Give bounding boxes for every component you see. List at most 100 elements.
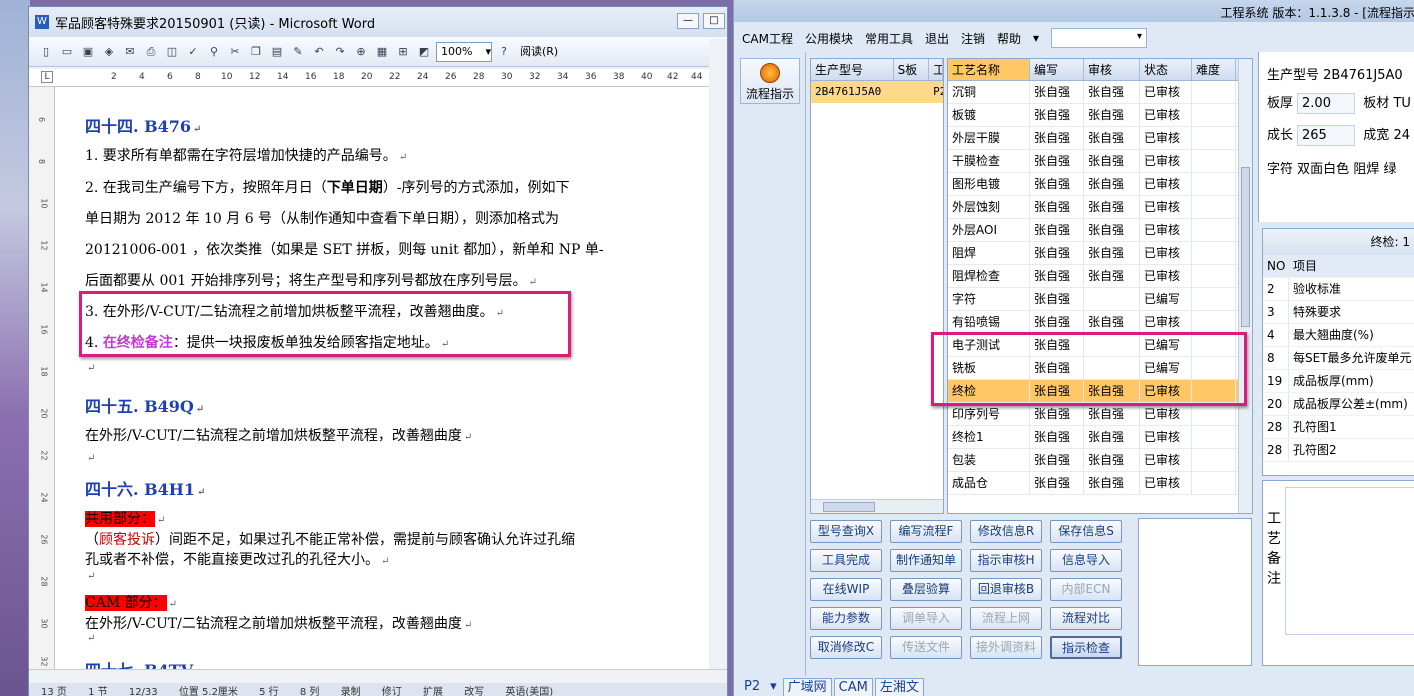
col-header[interactable]: 工艺名称 — [948, 59, 1030, 80]
table-row[interactable]: 沉铜 张自强 张自强 已审核 — [948, 81, 1252, 104]
col-header[interactable]: 项目 — [1289, 255, 1317, 277]
remark-box[interactable] — [1285, 487, 1414, 635]
read-button[interactable]: 阅读(R) — [516, 42, 562, 62]
menu-combo[interactable] — [1051, 28, 1148, 48]
print-icon[interactable]: ⎙ — [142, 43, 160, 61]
hyperlink-icon[interactable]: ⊕ — [352, 43, 370, 61]
model-grid[interactable]: 生产型号 S板 工 2B4761J5A0 P2 — [810, 58, 944, 514]
capability-params-button[interactable]: 能力参数 — [810, 607, 882, 630]
tables-icon[interactable]: ▦ — [373, 43, 391, 61]
scroll-thumb[interactable] — [1241, 167, 1250, 327]
minimize-button[interactable]: — — [677, 13, 699, 29]
horizontal-scrollbar[interactable] — [29, 669, 727, 683]
scroll-thumb[interactable] — [823, 502, 875, 512]
table-row[interactable]: 成品仓 张自强 张自强 已审核 — [948, 472, 1252, 495]
receive-external-button[interactable]: 接外调资料 — [970, 636, 1042, 659]
redo-icon[interactable]: ↷ — [331, 43, 349, 61]
table-row[interactable]: 终检1 张自强 张自强 已审核 — [948, 426, 1252, 449]
table-row[interactable]: 包装 张自强 张自强 已审核 — [948, 449, 1252, 472]
length-field[interactable]: 265 — [1297, 125, 1356, 146]
new-doc-icon[interactable]: ▯ — [37, 43, 55, 61]
table-row[interactable]: 2 验收标准 — [1263, 278, 1414, 301]
rollback-review-button[interactable]: 回退审核B — [970, 578, 1042, 601]
online-wip-button[interactable]: 在线WIP — [810, 578, 882, 601]
make-notice-button[interactable]: 制作通知单 — [890, 549, 962, 572]
open-icon[interactable]: ▭ — [58, 43, 76, 61]
stackup-calc-button[interactable]: 叠层验算 — [890, 578, 962, 601]
vertical-scrollbar[interactable] — [709, 39, 727, 671]
menu-tools[interactable]: 常用工具 — [865, 30, 913, 47]
table-row[interactable]: 3 特殊要求 — [1263, 301, 1414, 324]
vertical-scrollbar[interactable] — [1238, 59, 1252, 513]
table-row[interactable]: 4 最大翘曲度(%) — [1263, 324, 1414, 347]
menu-cam[interactable]: CAM工程 — [742, 30, 793, 47]
flow-indicator-button[interactable]: 流程指示 — [740, 58, 800, 104]
horizontal-scrollbar[interactable] — [811, 499, 943, 513]
edit-flow-button[interactable]: 编写流程F — [890, 520, 962, 543]
table-row[interactable]: 外层干膜 张自强 张自强 已审核 — [948, 127, 1252, 150]
menu-common-module[interactable]: 公用模块 — [805, 30, 853, 47]
tab-selector[interactable]: L — [41, 71, 53, 83]
flow-online-button[interactable]: 流程上网 — [970, 607, 1042, 630]
menu-logout[interactable]: 注销 — [961, 30, 985, 47]
col-header[interactable]: S板 — [894, 59, 930, 80]
status-ovr[interactable]: 改写 — [464, 687, 484, 696]
chevron-down-icon[interactable]: ▾ — [1033, 31, 1039, 45]
col-header[interactable]: 编写 — [1030, 59, 1084, 80]
col-header[interactable]: 审核 — [1084, 59, 1140, 80]
flow-compare-button[interactable]: 流程对比 — [1050, 607, 1122, 630]
table-row[interactable]: 板镀 张自强 张自强 已审核 — [948, 104, 1252, 127]
table-row[interactable]: 19 成品板厚(mm) — [1263, 370, 1414, 393]
tab-p2[interactable]: P2 — [740, 678, 764, 696]
chevron-down-icon[interactable]: ▾ — [766, 678, 781, 696]
table-row[interactable]: 印序列号 张自强 张自强 已审核 — [948, 403, 1252, 426]
status-trk[interactable]: 修订 — [382, 687, 402, 696]
cancel-modify-button[interactable]: 取消修改C — [810, 636, 882, 659]
query-model-button[interactable]: 型号查询X — [810, 520, 882, 543]
undo-icon[interactable]: ↶ — [310, 43, 328, 61]
tab-wan[interactable]: 广域网 — [782, 678, 832, 696]
cut-icon[interactable]: ✂ — [226, 43, 244, 61]
save-info-button[interactable]: 保存信息S — [1050, 520, 1122, 543]
help-icon[interactable]: ? — [495, 43, 513, 61]
table-row[interactable]: 8 每SET最多允许废单元 — [1263, 347, 1414, 370]
internal-ecn-button[interactable]: 内部ECN — [1050, 578, 1122, 601]
send-file-button[interactable]: 传送文件 — [890, 636, 962, 659]
table-row[interactable]: 28 孔符图1 — [1263, 416, 1414, 439]
table-row[interactable]: 20 成品板厚公差±(mm) — [1263, 393, 1414, 416]
transfer-import-button[interactable]: 调单导入 — [890, 607, 962, 630]
tab-cam[interactable]: CAM — [833, 678, 873, 696]
maximize-button[interactable]: □ — [703, 13, 725, 29]
process-grid[interactable]: 工艺名称 编写 审核 状态 难度 沉铜 张自强 张自强 已审核 板镀 张自强 张自强 已审核外… — [947, 58, 1253, 514]
col-header[interactable]: 难度 — [1192, 59, 1236, 80]
table-row[interactable]: 阻焊 张自强 张自强 已审核 — [948, 242, 1252, 265]
table-row[interactable]: 28 孔符图2 — [1263, 439, 1414, 462]
insert-table-icon[interactable]: ⊞ — [394, 43, 412, 61]
info-import-button[interactable]: 信息导入 — [1050, 549, 1122, 572]
save-icon[interactable]: ▣ — [79, 43, 97, 61]
spelling-icon[interactable]: ✓ — [184, 43, 202, 61]
indicate-check-button[interactable]: 指示检查 — [1050, 636, 1122, 659]
indicate-review-button[interactable]: 指示审核H — [970, 549, 1042, 572]
format-painter-icon[interactable]: ✎ — [289, 43, 307, 61]
tab-user[interactable]: 左湘文 — [874, 678, 924, 696]
print-preview-icon[interactable]: ◫ — [163, 43, 181, 61]
menu-help[interactable]: 帮助 — [997, 30, 1021, 47]
status-ext[interactable]: 扩展 — [423, 687, 443, 696]
status-rec[interactable]: 录制 — [341, 687, 361, 696]
col-header[interactable]: 工 — [929, 59, 943, 80]
menu-exit[interactable]: 退出 — [925, 30, 949, 47]
document-page[interactable]: 四十四. B476 ↵ 1. 要求所有单都需在字符层增加快捷的产品编号。 ↵ 2. … — [55, 87, 727, 671]
table-row[interactable]: 干膜检查 张自强 张自强 已审核 — [948, 150, 1252, 173]
notes-box[interactable] — [1138, 518, 1252, 666]
table-row[interactable]: 外层AOI 张自强 张自强 已审核 — [948, 219, 1252, 242]
table-row[interactable]: 2B4761J5A0 P2 — [811, 81, 943, 103]
thickness-field[interactable]: 2.00 — [1297, 93, 1356, 114]
drawing-icon[interactable]: ◩ — [415, 43, 433, 61]
copy-icon[interactable]: ❐ — [247, 43, 265, 61]
research-icon[interactable]: ⚲ — [205, 43, 223, 61]
table-row[interactable]: 字符 张自强 已编写 — [948, 288, 1252, 311]
table-row[interactable]: 阻焊检查 张自强 张自强 已审核 — [948, 265, 1252, 288]
col-header[interactable]: 生产型号 — [811, 59, 894, 80]
col-header[interactable]: 状态 — [1140, 59, 1192, 80]
